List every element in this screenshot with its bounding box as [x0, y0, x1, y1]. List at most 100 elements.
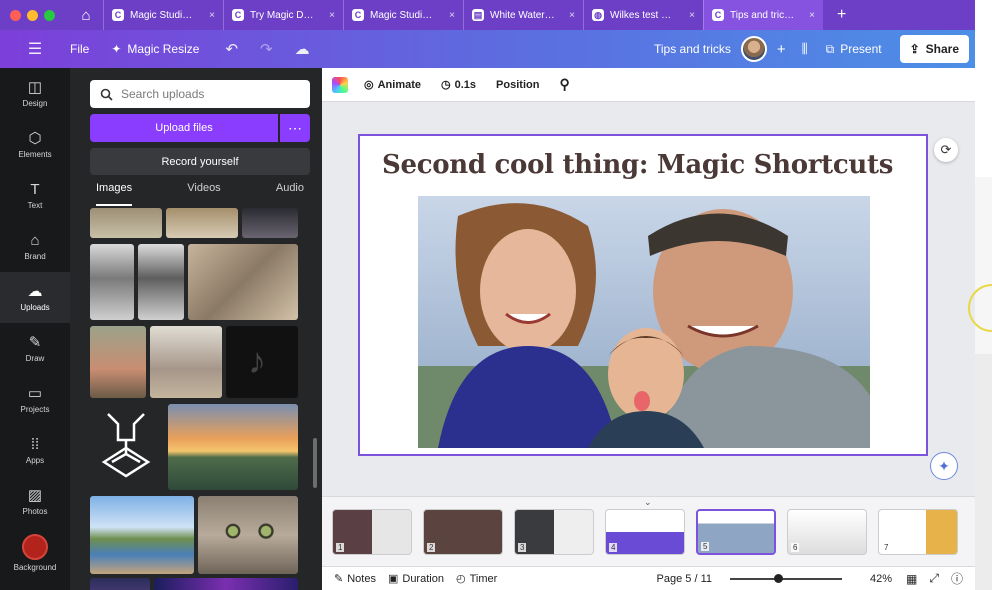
zoom-slider[interactable] — [730, 573, 842, 583]
tab-images[interactable]: Images — [96, 182, 133, 206]
doc-icon: ▤ — [472, 9, 484, 21]
add-collaborator-icon[interactable]: + — [777, 41, 786, 58]
upload-thumbnail[interactable] — [138, 244, 184, 320]
record-yourself-button[interactable]: Record yourself — [90, 148, 310, 175]
upload-thumbnail[interactable] — [90, 244, 134, 320]
page-number: 2 — [427, 543, 436, 552]
sidebar-item-photos[interactable]: ▨ Photos — [0, 476, 70, 527]
tab-videos[interactable]: Videos — [187, 182, 220, 206]
page-thumbnail[interactable]: 1 — [332, 509, 412, 555]
timer-button[interactable]: ◴ Timer — [456, 572, 497, 586]
fullscreen-icon[interactable]: ⤢ — [929, 571, 939, 586]
browser-tab[interactable]: C Magic Studio Mag... × — [343, 0, 463, 30]
redo-icon[interactable]: ↷ — [260, 40, 273, 58]
page-thumbnail[interactable]: 2 — [423, 509, 503, 555]
upload-thumbnail[interactable] — [154, 578, 298, 590]
maximize-window-button[interactable] — [44, 9, 55, 21]
notes-button[interactable]: ✎ Notes — [334, 572, 376, 586]
sidebar-item-background[interactable]: Background — [0, 527, 70, 578]
page-number: 6 — [791, 543, 800, 552]
upload-thumbnail[interactable] — [90, 578, 150, 590]
cloud-save-icon[interactable]: ☁ — [295, 40, 310, 58]
close-tab-icon[interactable]: × — [449, 10, 455, 21]
search-input[interactable] — [121, 87, 291, 101]
close-tab-icon[interactable]: × — [569, 10, 575, 21]
browser-tab[interactable]: ▤ White Watercolor ... × — [463, 0, 583, 30]
upload-thumbnail[interactable] — [188, 244, 298, 320]
upload-thumbnail[interactable]: ♪ — [226, 326, 298, 398]
upload-thumbnail[interactable] — [90, 326, 146, 398]
animate-button[interactable]: ◎ Animate — [364, 78, 421, 92]
page-thumbnail[interactable]: 6 — [787, 509, 867, 555]
upload-thumbnail[interactable] — [166, 208, 238, 238]
sidebar-item-apps[interactable]: ⁞⁞ Apps — [0, 425, 70, 476]
sidebar-item-text[interactable]: T Text — [0, 170, 70, 221]
upload-thumbnail[interactable] — [90, 496, 194, 574]
panel-scrollbar[interactable] — [313, 438, 317, 488]
browser-tab[interactable]: C Tips and tricks - P... × — [703, 0, 823, 30]
apps-grid-icon: ⁞⁞ — [30, 435, 40, 453]
upload-thumbnail[interactable] — [168, 404, 298, 490]
grid-view-icon[interactable]: ▦ — [906, 572, 917, 586]
upload-thumbnail[interactable] — [198, 496, 298, 574]
search-box[interactable] — [90, 80, 310, 108]
upload-thumbnail[interactable] — [90, 208, 162, 238]
close-window-button[interactable] — [10, 9, 21, 21]
duration-footer-button[interactable]: ▣ Duration — [388, 572, 444, 586]
file-menu-button[interactable]: File — [70, 42, 89, 56]
avatar[interactable] — [740, 36, 767, 62]
present-button[interactable]: ⧉ Present — [818, 36, 890, 62]
upload-thumbnail[interactable] — [150, 326, 222, 398]
new-tab-button[interactable]: + — [837, 6, 846, 24]
position-button[interactable]: Position — [496, 79, 539, 91]
color-picker-icon[interactable] — [332, 76, 348, 93]
page-thumbnail[interactable]: 3 — [514, 509, 594, 555]
page-number: 5 — [701, 542, 710, 551]
page-thumbnail[interactable]: 4 — [605, 509, 685, 555]
home-icon[interactable]: ⌂ — [73, 7, 99, 24]
close-tab-icon[interactable]: × — [209, 10, 215, 21]
browser-tab[interactable]: C Try Magic Design ... × — [223, 0, 343, 30]
insights-chart-icon[interactable]: ⫼ — [802, 41, 808, 57]
hamburger-menu-icon[interactable]: ☰ — [0, 39, 70, 59]
sidebar-item-uploads[interactable]: ☁ Uploads — [0, 272, 70, 323]
page-thumbnail[interactable]: 7 — [878, 509, 958, 555]
close-tab-icon[interactable]: × — [809, 10, 815, 21]
upload-files-button[interactable]: Upload files — [90, 114, 278, 142]
slide-canvas[interactable]: Second cool thing: Magic Shortcuts — [358, 134, 928, 456]
slide-title[interactable]: Second cool thing: Magic Shortcuts — [382, 150, 893, 180]
close-tab-icon[interactable]: × — [329, 10, 335, 21]
help-icon[interactable]: ⓘ — [951, 570, 963, 587]
canva-icon: C — [232, 9, 244, 21]
tab-audio[interactable]: Audio — [276, 182, 304, 206]
close-tab-icon[interactable]: × — [689, 10, 695, 21]
minimize-window-button[interactable] — [27, 9, 38, 21]
duration-button[interactable]: ◷ 0.1s — [441, 78, 477, 92]
share-button[interactable]: ⇪ Share — [899, 35, 969, 63]
upload-thumbnail[interactable] — [242, 208, 298, 238]
slide-photo[interactable] — [418, 196, 870, 448]
sidebar-item-projects[interactable]: ▭ Projects — [0, 374, 70, 425]
zoom-slider-knob[interactable] — [774, 573, 783, 583]
regenerate-icon[interactable]: ⟳ — [934, 138, 958, 162]
more-options-icon[interactable]: ⋯ — [280, 114, 310, 142]
document-title[interactable]: Tips and tricks — [654, 42, 731, 56]
browser-tab[interactable]: ◍ Wilkes test websit... × — [583, 0, 703, 30]
sidebar-item-draw[interactable]: ✎ Draw — [0, 323, 70, 374]
browser-tab[interactable]: C Magic Studio Mag... × — [103, 0, 223, 30]
page-thumbnail[interactable]: 5 — [696, 509, 776, 555]
upload-thumbnail[interactable] — [90, 404, 162, 490]
magic-assistant-icon[interactable]: ✦ — [930, 452, 958, 480]
expand-pages-chevron-icon[interactable]: ⌄ — [644, 497, 652, 508]
page-indicator[interactable]: Page 5 / 11 — [657, 573, 712, 585]
notes-label: Notes — [347, 572, 376, 585]
sidebar-item-design[interactable]: ◫ Design — [0, 68, 70, 119]
duration-label: 0.1s — [454, 78, 477, 91]
zoom-level[interactable]: 42% — [870, 573, 892, 585]
magic-resize-button[interactable]: ✦ Magic Resize — [111, 42, 199, 56]
sidebar-item-brand[interactable]: ⌂ Brand — [0, 221, 70, 272]
sidebar-item-elements[interactable]: ⬡ Elements — [0, 119, 70, 170]
format-painter-icon[interactable]: ⚲ — [559, 76, 569, 93]
page-number: 7 — [882, 543, 891, 552]
undo-icon[interactable]: ↶ — [225, 40, 238, 58]
